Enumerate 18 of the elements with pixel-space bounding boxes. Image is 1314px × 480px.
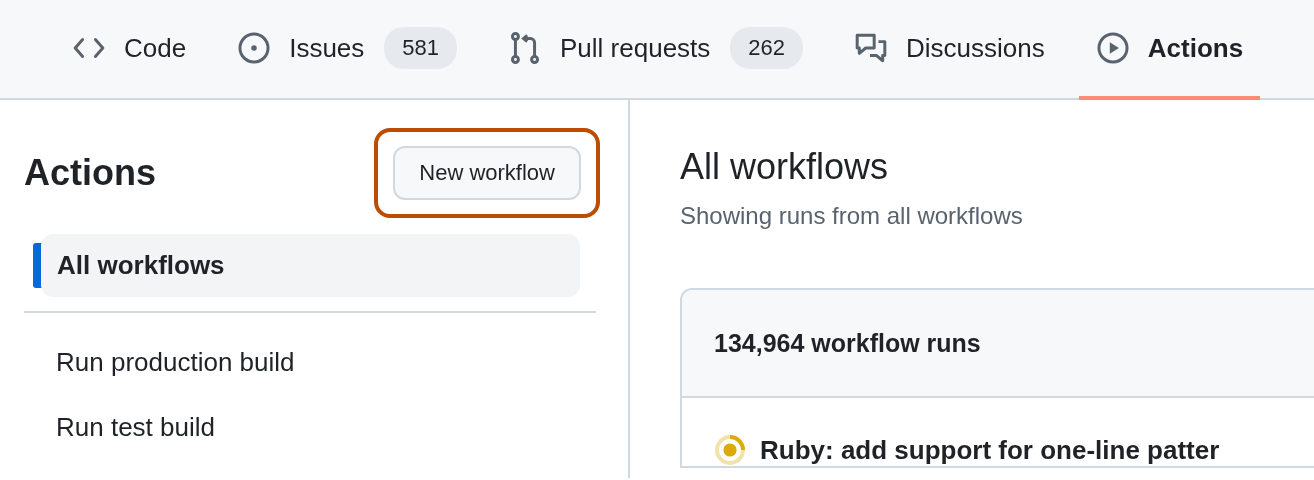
- page-title: All workflows: [680, 146, 890, 188]
- repo-tab[interactable]: Issues 581: [220, 0, 475, 100]
- repo-tab[interactable]: Pull requests 262: [491, 0, 821, 100]
- workflow-item[interactable]: Run test build: [24, 396, 596, 459]
- page-subtitle: Showing runs from all workflows: [680, 202, 1024, 230]
- issue-icon: [237, 31, 272, 65]
- count-badge: 262: [730, 27, 804, 69]
- run-title-link[interactable]: Ruby: add support for one-line patter: [760, 434, 1220, 466]
- speech-bubbles-icon: [854, 31, 889, 65]
- repo-tab[interactable]: Discussions: [837, 0, 1062, 100]
- workflow-item[interactable]: Run production build: [24, 331, 596, 394]
- count-badge: 581: [384, 27, 458, 69]
- new-workflow-button[interactable]: New workflow: [393, 146, 581, 200]
- runs-count: 134,964 workflow runs: [714, 328, 981, 358]
- repo-tab[interactable]: Code: [55, 0, 204, 100]
- play-icon: [1095, 31, 1130, 65]
- repo-tab[interactable]: Actions: [1078, 0, 1261, 100]
- sidebar-title: Actions: [24, 152, 156, 194]
